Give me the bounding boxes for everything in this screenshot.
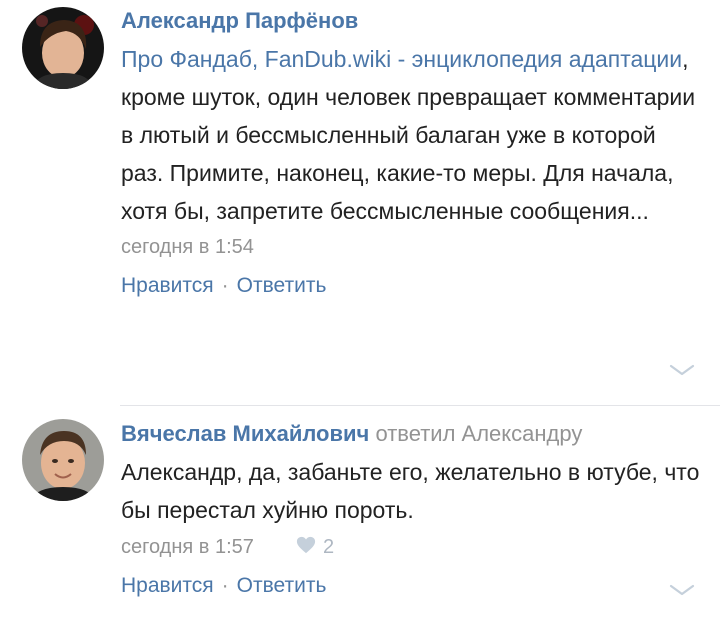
comment-timestamp: сегодня в 1:57 xyxy=(121,536,254,558)
avatar-author-1[interactable] xyxy=(22,7,104,89)
chevron-down-icon[interactable] xyxy=(668,583,696,597)
comment-actions: Нравится · Ответить xyxy=(121,574,700,598)
reply-to-label[interactable]: ответил Александру xyxy=(375,421,582,446)
reply-button[interactable]: Ответить xyxy=(237,274,327,297)
comment-timestamp: сегодня в 1:54 xyxy=(121,236,254,258)
like-button[interactable]: Нравится xyxy=(121,574,214,597)
likes-indicator[interactable]: 2 xyxy=(295,535,334,559)
wiki-link[interactable]: Про Фандаб, FanDub.wiki - энциклопедия а… xyxy=(121,46,682,72)
comment-text-body: , кроме шуток, один человек превращает к… xyxy=(121,46,696,224)
comment-divider xyxy=(120,405,720,406)
comment-text: Александр, да, забаньте его, желательно … xyxy=(121,459,700,523)
comment-author[interactable]: Александр Парфёнов xyxy=(121,8,700,34)
chevron-down-icon[interactable] xyxy=(668,363,696,377)
avatar-image xyxy=(22,7,104,89)
comment-author: Вячеслав Михайлович ответил Александру xyxy=(121,421,700,447)
heart-icon xyxy=(297,536,316,554)
likes-count: 2 xyxy=(323,536,335,558)
comment-meta: сегодня в 1:57 2 xyxy=(121,535,700,559)
avatar-author-2[interactable] xyxy=(22,419,104,501)
comment-author-name[interactable]: Вячеслав Михайлович xyxy=(121,421,369,446)
like-button[interactable]: Нравится xyxy=(121,274,214,297)
reply-button[interactable]: Ответить xyxy=(237,574,327,597)
comment-text: Про Фандаб, FanDub.wiki - энциклопедия а… xyxy=(121,40,700,230)
action-separator: · xyxy=(221,574,229,597)
comment-actions: Нравится · Ответить xyxy=(121,274,700,298)
action-separator: · xyxy=(221,274,229,297)
avatar-image xyxy=(22,419,104,501)
